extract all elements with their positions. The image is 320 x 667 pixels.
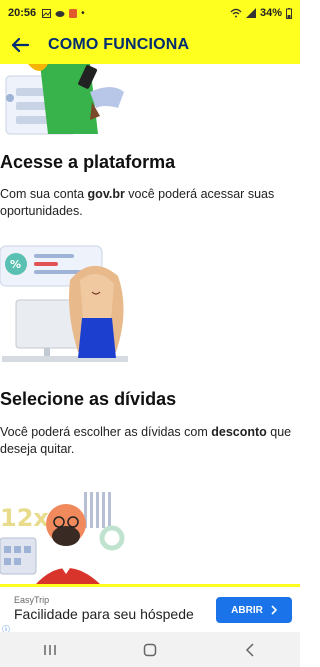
wifi-icon [230,8,242,18]
ad-banner[interactable]: EasyTrip Facilidade para seu hóspede ⓘ A… [0,584,300,634]
section-title-2: Selecione as dívidas [0,389,177,409]
ad-open-button[interactable]: ABRIR [216,597,292,623]
battery-icon [286,7,292,19]
section-text-2-bold: desconto [211,425,267,439]
section-text-1-bold: gov.br [87,187,125,201]
app-bar: COMO FUNCIONA [0,26,300,64]
ad-text: Facilidade para seu hóspede [14,606,194,622]
status-notification-icons: • [42,8,85,19]
home-icon [143,643,157,656]
system-nav-bar [0,632,300,667]
status-time: 20:56 [8,7,37,19]
content-scroll-area[interactable]: Acesse a plataforma Com sua conta gov.br… [0,64,300,584]
app-notification-icon [69,8,78,18]
recent-apps-icon [44,644,56,655]
cloud-icon [55,11,65,17]
recent-apps-button[interactable] [20,632,80,667]
section-text-2: Você poderá escolher as dívidas com desc… [0,424,298,458]
signal-icon [245,8,256,18]
dot-icon: • [81,7,85,19]
chevron-right-icon [271,605,277,615]
arrow-back-icon [11,37,29,53]
section-text-1-a: Com sua conta [0,187,88,201]
page-title: COMO FUNCIONA [48,36,190,53]
installments-number: 12x [0,504,49,532]
section-title-1: Acesse a plataforma [0,152,176,172]
back-nav-button[interactable] [220,632,280,667]
image-notification-icon [42,8,52,18]
svg-text:%: % [10,258,21,271]
status-bar: 20:56 • 34% [0,0,300,26]
ad-open-label: ABRIR [231,604,263,616]
section-text-2-a: Você poderá escolher as dívidas com [0,425,212,439]
ad-brand: EasyTrip [14,595,50,605]
illustration-select-debts: % [0,245,128,362]
section-text-1: Com sua conta gov.br você poderá acessar… [0,186,298,220]
illustration-installments: 12x [0,492,125,584]
home-button[interactable] [120,632,180,667]
illustration-platform [5,64,124,135]
battery-level: 34% [259,7,282,19]
back-nav-icon [245,642,254,657]
back-button[interactable] [0,26,40,64]
